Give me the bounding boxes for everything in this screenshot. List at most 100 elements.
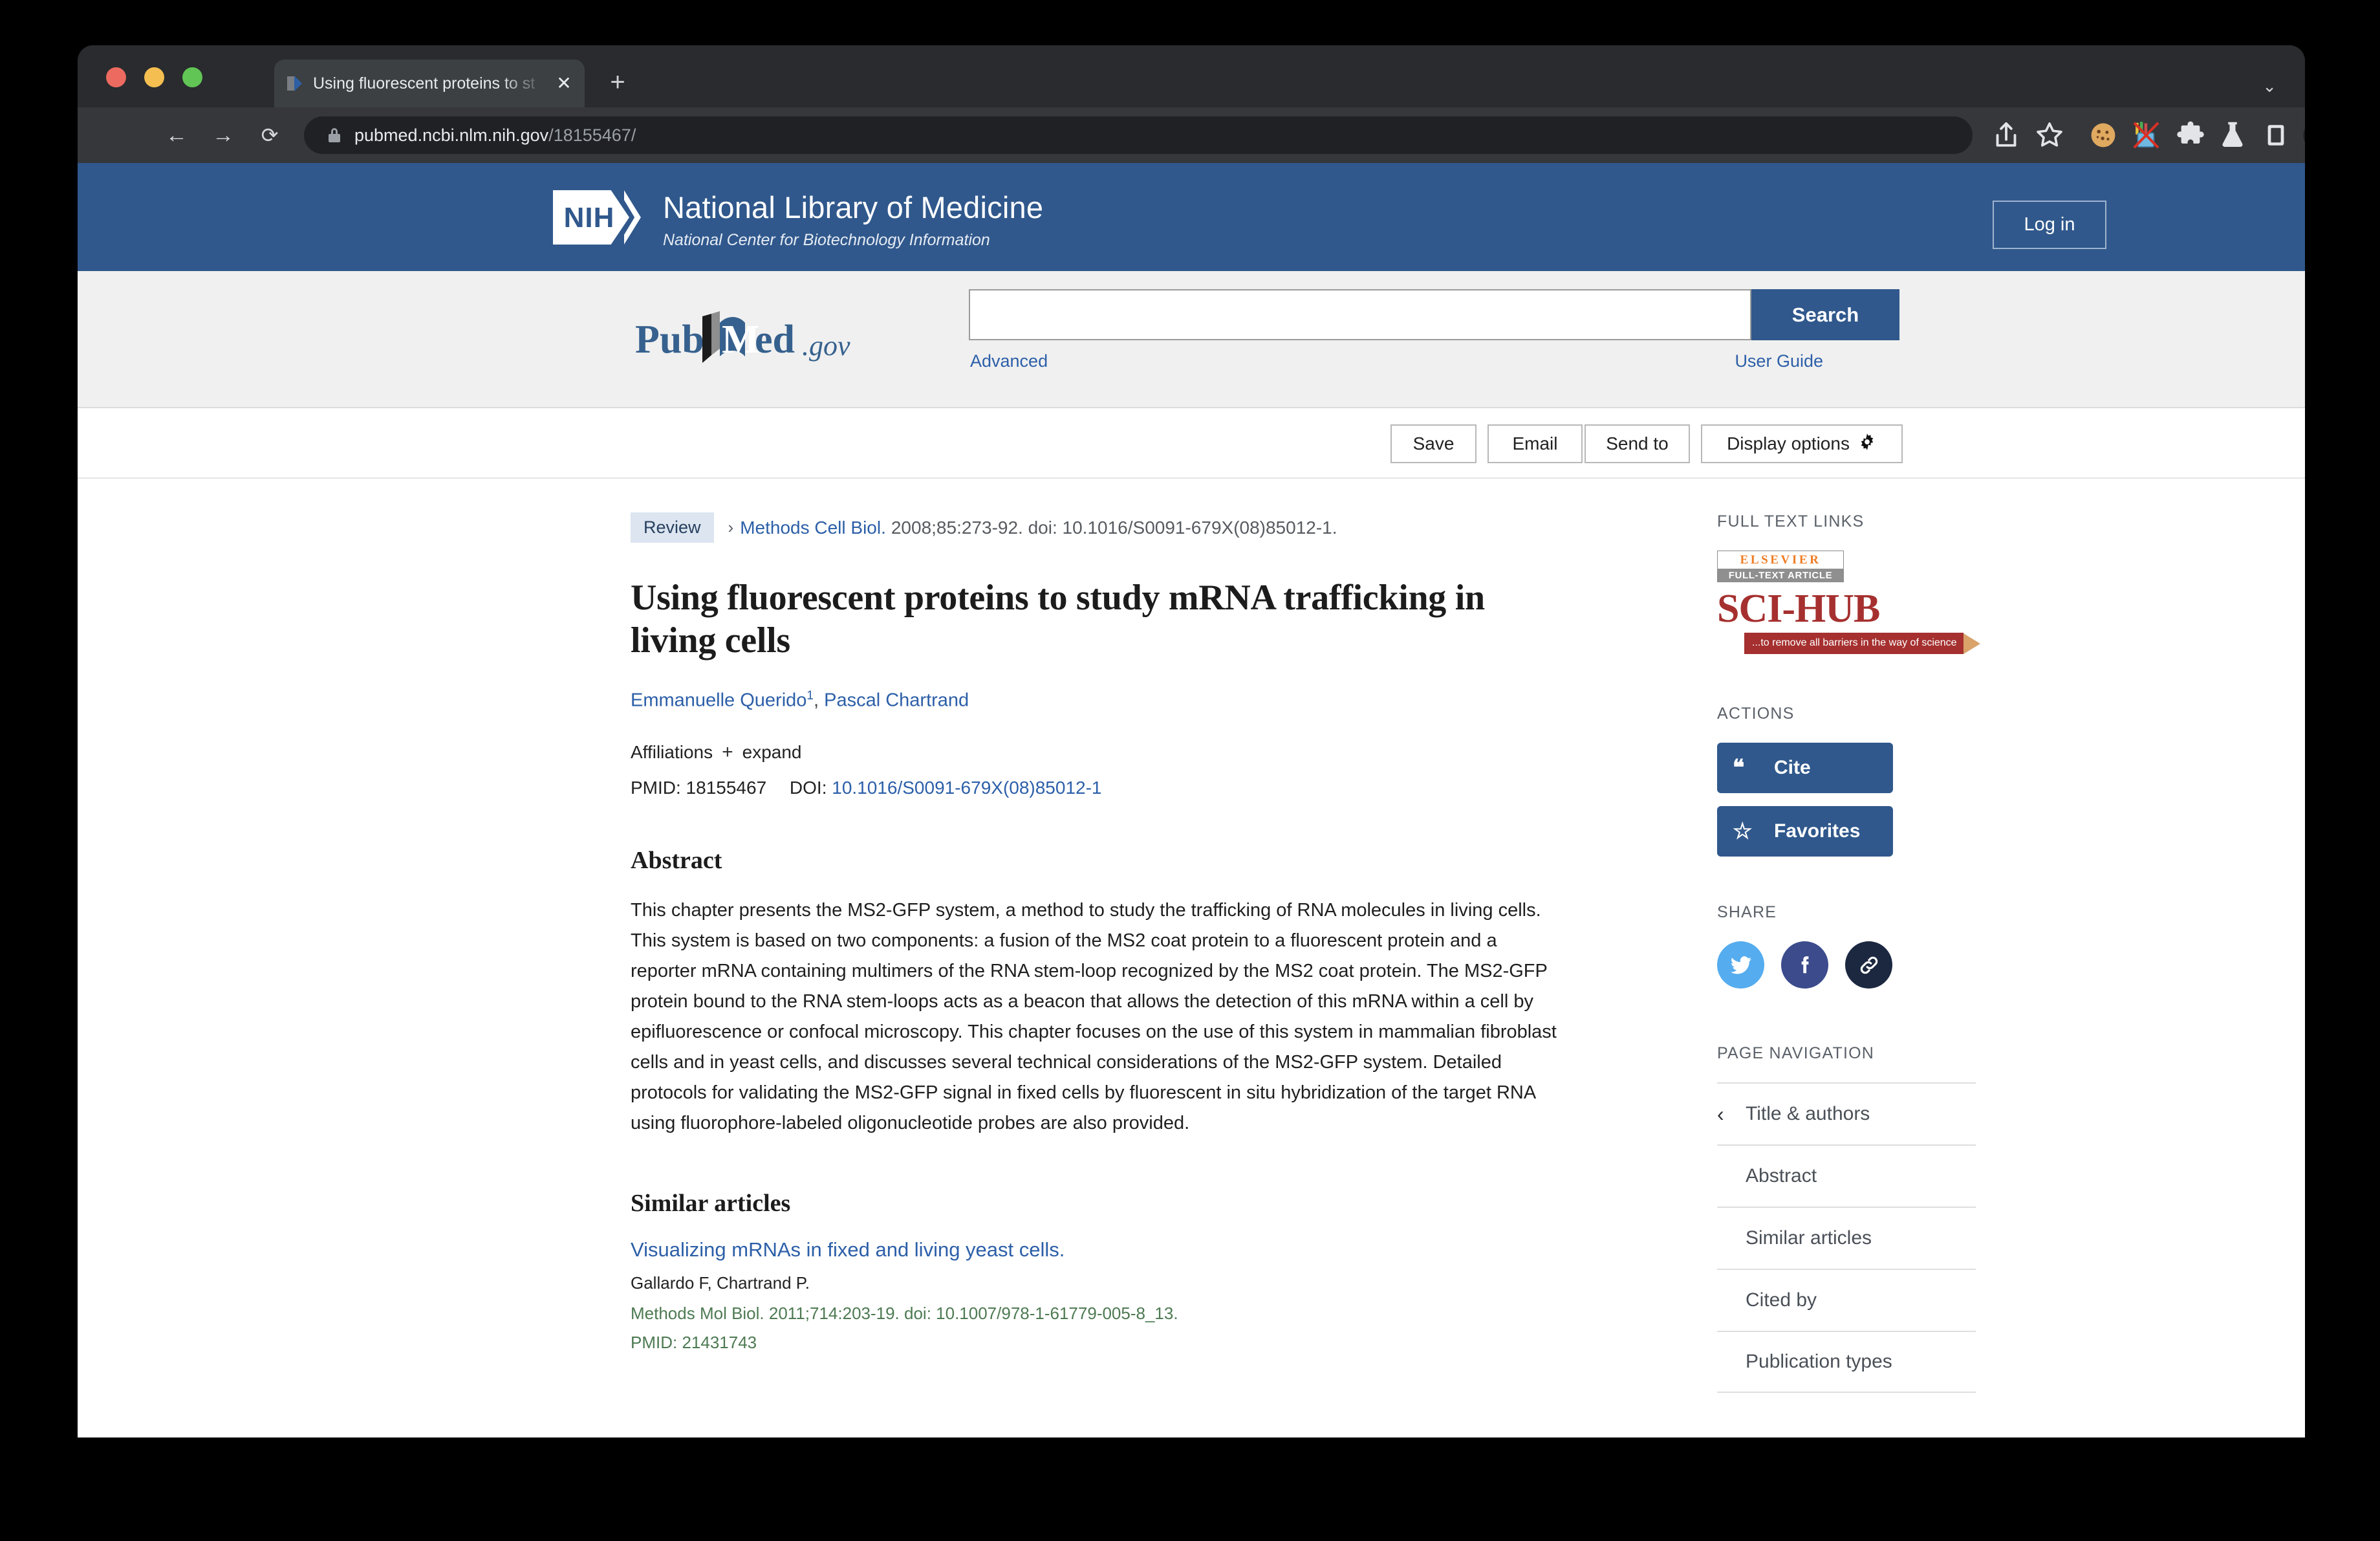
actions-heading: ACTIONS [1717,705,1976,723]
share-icon[interactable] [1989,118,2024,153]
chevron-down-icon[interactable]: ⌄ [2262,76,2277,96]
user-guide-link[interactable]: User Guide [1735,351,1823,371]
lock-icon [329,128,340,142]
affiliations-row[interactable]: Affiliations + expand [631,741,1665,763]
similar-article-authors: Gallardo F, Chartrand P. [631,1273,1665,1293]
twitter-share-icon[interactable] [1717,941,1764,989]
pubmed-search-bar: Pub M ed .gov Search Advanced User Guide [78,271,2305,408]
quote-icon: ❝ [1733,757,1744,779]
login-button[interactable]: Log in [1993,201,2106,249]
cite-button[interactable]: ❝ Cite [1717,743,1893,793]
doi-link[interactable]: 10.1016/S0091-679X(08)85012-1 [832,778,1101,798]
authors-line: Emmanuelle Querido1, Pascal Chartrand [631,689,1665,712]
elsevier-fulltext-label: FULL-TEXT ARTICLE [1718,569,1843,582]
author-affiliation-marker[interactable]: 1 [806,689,814,703]
svg-text:M: M [722,318,760,362]
elsevier-fulltext-link[interactable]: ELSEVIER FULL-TEXT ARTICLE [1717,551,1844,582]
ncbi-subtitle: National Center for Biotechnology Inform… [663,231,1043,250]
browser-toolbar: ← → ⟳ pubmed.ncbi.nlm.nih.gov/18155467/ [78,107,2305,163]
favorites-label: Favorites [1774,820,1860,842]
main-area: Review › Methods Cell Biol. 2008;85:273-… [78,479,2305,1393]
cite-label: Cite [1774,757,1811,779]
tab-close-icon[interactable]: ✕ [552,74,576,93]
bookmark-star-icon[interactable] [2032,118,2067,153]
browser-tab-strip: Using fluorescent proteins to st ✕ + ⌄ [78,45,2305,107]
nih-header: NIH National Library of Medicine Nationa… [78,163,2305,271]
nih-emblem-icon: NIH [553,190,649,245]
article-column: Review › Methods Cell Biol. 2008;85:273-… [631,512,1665,1393]
cookie-extension-icon[interactable] [2086,118,2121,153]
reload-button[interactable]: ⟳ [254,119,286,151]
author-link-2[interactable]: Pascal Chartrand [824,690,969,711]
article-action-bar: Save Email Send to Display options [78,408,2305,479]
pagenav-label: Abstract [1746,1165,1817,1187]
nlm-title: National Library of Medicine [663,191,1043,224]
scihub-link[interactable]: SCI-HUB ...to remove all barriers in the… [1717,589,1976,654]
back-button[interactable]: ← [160,119,193,151]
pagenav-item-abstract[interactable]: Abstract [1717,1144,1976,1207]
send-to-button[interactable]: Send to [1585,424,1690,463]
plus-icon[interactable]: + [722,741,733,763]
permalink-share-icon[interactable] [1845,941,1892,989]
journal-link[interactable]: Methods Cell Biol. [740,518,886,538]
pencil-cup-extension-icon[interactable] [2129,118,2164,153]
side-panel-icon[interactable] [2258,118,2293,153]
forward-button[interactable]: → [207,119,239,151]
display-options-label: Display options [1727,433,1850,454]
pubmed-logo[interactable]: Pub M ed .gov [635,309,874,373]
address-bar[interactable]: pubmed.ncbi.nlm.nih.gov/18155467/ [304,116,1973,154]
elsevier-wordmark: ELSEVIER [1718,551,1843,569]
abstract-text: This chapter presents the MS2-GFP system… [631,895,1565,1139]
browser-tab-title: Using fluorescent proteins to st [313,74,552,93]
browser-window: Using fluorescent proteins to st ✕ + ⌄ ←… [78,45,2305,1437]
display-options-button[interactable]: Display options [1701,424,1903,463]
pagenav-item-cited-by[interactable]: Cited by [1717,1269,1976,1331]
email-button[interactable]: Email [1488,424,1583,463]
abstract-heading: Abstract [631,846,1665,875]
advanced-search-link[interactable]: Advanced [970,351,1048,371]
maximize-window-button[interactable] [182,67,202,87]
full-text-links-heading: FULL TEXT LINKS [1717,512,1976,531]
citation-details: 2008;85:273-92. doi: 10.1016/S0091-679X(… [891,518,1337,538]
pagenav-item-similar-articles[interactable]: Similar articles [1717,1207,1976,1269]
new-tab-button[interactable]: + [603,69,633,98]
review-badge: Review [631,512,714,543]
minimize-window-button[interactable] [144,67,164,87]
full-text-links-section: FULL TEXT LINKS ELSEVIER FULL-TEXT ARTIC… [1717,512,1976,654]
author-separator: , [814,690,824,711]
similar-articles-heading: Similar articles [631,1189,1665,1218]
pagenav-label: Title & authors [1746,1103,1870,1125]
scihub-tagline: ...to remove all barriers in the way of … [1744,633,1964,654]
search-input-wrapper[interactable] [969,289,1751,340]
similar-article-title[interactable]: Visualizing mRNAs in fixed and living ye… [631,1238,1665,1262]
pagenav-item-title-authors[interactable]: ‹ Title & authors [1717,1082,1976,1144]
window-traffic-lights [106,67,202,87]
affiliations-label: Affiliations [631,742,713,763]
page-navigation-list: ‹ Title & authors Abstract Similar artic… [1717,1082,1976,1393]
close-window-button[interactable] [106,67,126,87]
share-heading: SHARE [1717,903,1976,922]
nlm-logo[interactable]: NIH National Library of Medicine Nationa… [553,190,1043,250]
chevron-left-icon: ‹ [1717,1102,1724,1126]
pagenav-label: Cited by [1746,1289,1817,1311]
page-navigation-heading: PAGE NAVIGATION [1717,1044,1976,1063]
list-item: Visualizing mRNAs in fixed and living ye… [631,1238,1665,1353]
profile-avatar-icon[interactable] [2300,118,2305,153]
favorites-button[interactable]: ☆ Favorites [1717,806,1893,857]
puzzle-extension-icon[interactable] [2173,118,2208,153]
pubmed-favicon-icon [286,74,305,93]
pagenav-item-publication-types[interactable]: Publication types [1717,1331,1976,1393]
author-link-1[interactable]: Emmanuelle Querido [631,690,806,711]
expand-label[interactable]: expand [742,742,802,763]
flask-extension-icon[interactable] [2215,118,2250,153]
save-button[interactable]: Save [1390,424,1477,463]
scihub-pencil-icon: ...to remove all barriers in the way of … [1744,633,1976,654]
page-navigation-section: PAGE NAVIGATION ‹ Title & authors Abstra… [1717,1044,1976,1393]
sidebar: FULL TEXT LINKS ELSEVIER FULL-TEXT ARTIC… [1717,512,1976,1393]
facebook-share-icon[interactable] [1781,941,1828,989]
url-path: /18155467/ [548,126,636,145]
search-input[interactable] [970,290,1750,339]
pagenav-label: Similar articles [1746,1227,1872,1249]
browser-tab[interactable]: Using fluorescent proteins to st ✕ [274,60,585,107]
search-button[interactable]: Search [1751,289,1899,340]
